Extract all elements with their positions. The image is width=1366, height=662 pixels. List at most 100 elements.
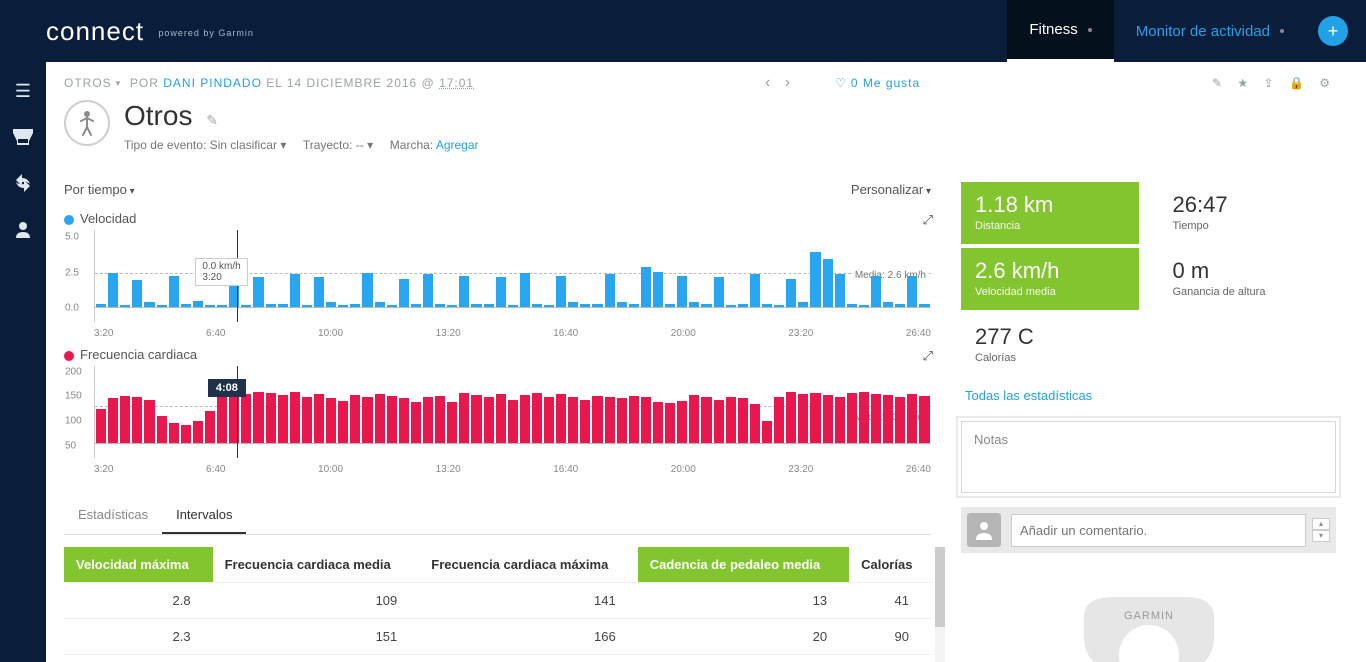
- y-tick: 150: [65, 391, 82, 402]
- chevron-down-icon[interactable]: ▾: [367, 138, 373, 152]
- x-tick: 10:00: [318, 328, 343, 339]
- gear-add-link[interactable]: Agregar: [436, 138, 479, 152]
- stat-value: 2.6 km/h: [975, 258, 1125, 284]
- y-tick: 200: [65, 366, 82, 377]
- table-row[interactable]: 2.81091411341: [64, 583, 931, 619]
- notes-field[interactable]: Notas: [961, 421, 1336, 493]
- chart-speed[interactable]: ⤢ 5.0 2.5 0.0 Media: 2.6 km/h 0.0 km/h 3…: [94, 230, 931, 322]
- stat-avgspeed: 2.6 km/h Velocidad media: [961, 248, 1139, 310]
- table-header[interactable]: Velocidad máxima: [64, 547, 213, 583]
- prev-activity-icon[interactable]: ‹: [765, 74, 771, 91]
- chart-hr-name: Frecuencia cardiaca: [80, 347, 197, 362]
- tooltip-time: 3:20: [202, 272, 240, 283]
- table-cell: 90: [849, 619, 931, 655]
- stats-grid: 1.18 km Distancia 26:47 Tiempo 2.6 km/h …: [961, 182, 1336, 380]
- lock-icon[interactable]: 🔒: [1289, 76, 1305, 90]
- hr-dot-icon: [64, 351, 74, 361]
- tab-fitness[interactable]: Fitness: [1007, 0, 1113, 62]
- x-tick: 20:00: [671, 328, 696, 339]
- gear-icon[interactable]: ⚙: [1319, 76, 1331, 90]
- stat-value: 26:47: [1173, 192, 1323, 218]
- title-block: Otros ✎ Tipo de evento: Sin clasificar ▾…: [64, 100, 1336, 152]
- svg-text:GARMIN: GARMIN: [1124, 610, 1174, 622]
- garmin-device-graphic: GARMIN: [961, 577, 1336, 662]
- speed-dot-icon: [64, 215, 74, 225]
- breadcrumb-by: POR: [130, 76, 159, 90]
- tab-stats[interactable]: Estadísticas: [64, 497, 162, 534]
- tooltip-value: 0.0 km/h: [202, 261, 240, 272]
- table-header[interactable]: Frecuencia cardiaca media: [213, 547, 420, 583]
- breadcrumb-category[interactable]: OTROS: [64, 76, 112, 90]
- detail-tabs: Estadísticas Intervalos: [64, 497, 931, 535]
- user-icon[interactable]: [0, 206, 46, 252]
- table-header-row: Velocidad máximaFrecuencia cardiaca medi…: [64, 547, 931, 583]
- x-tick: 20:00: [671, 464, 696, 475]
- chart-customize-dropdown[interactable]: Personalizar: [851, 182, 931, 197]
- tab-intervals[interactable]: Intervalos: [162, 497, 246, 534]
- gear-label: Marcha:: [390, 138, 433, 152]
- x-tick: 16:40: [553, 464, 578, 475]
- x-tick: 6:40: [206, 328, 225, 339]
- route-value[interactable]: --: [356, 138, 364, 152]
- share-icon[interactable]: ⇪: [1264, 76, 1275, 90]
- stat-label: Ganancia de altura: [1173, 286, 1323, 298]
- table-cell: 125: [213, 655, 420, 662]
- activity-type-icon: [64, 100, 110, 146]
- x-tick: 10:00: [318, 464, 343, 475]
- intervals-table-wrap: Velocidad máximaFrecuencia cardiaca medi…: [64, 547, 931, 662]
- y-tick: 100: [65, 416, 82, 427]
- add-button[interactable]: +: [1318, 16, 1348, 46]
- avatar: [967, 513, 1001, 547]
- stat-value: 1.18 km: [975, 192, 1125, 218]
- activity-title-text: Otros: [124, 100, 192, 131]
- activity-title[interactable]: Otros ✎: [124, 100, 479, 132]
- comment-spinner[interactable]: ▴▾: [1312, 518, 1330, 542]
- chart-heartrate[interactable]: ⤢ 200 150 100 50 Media: 132 ppm 4:08: [94, 366, 931, 458]
- table-scrollbar[interactable]: [935, 547, 945, 662]
- expand-icon[interactable]: ⤢: [923, 348, 933, 364]
- spin-up-icon[interactable]: ▴: [1312, 518, 1330, 530]
- next-activity-icon[interactable]: ›: [785, 74, 791, 91]
- x-axis-labels: 3:206:4010:0013:2016:4020:0023:2026:40: [94, 464, 931, 475]
- table-cell: 2.8: [64, 583, 213, 619]
- table-cell: 2.3: [64, 619, 213, 655]
- table-header[interactable]: Cadencia de pedaleo media: [638, 547, 849, 583]
- table-header[interactable]: Frecuencia cardiaca máxima: [419, 547, 637, 583]
- table-cell: 13: [638, 655, 849, 662]
- stat-label: Velocidad media: [975, 286, 1125, 298]
- spin-down-icon[interactable]: ▾: [1312, 530, 1330, 542]
- top-nav: connect powered by Garmin Fitness Monito…: [0, 0, 1366, 62]
- activity-meta: Tipo de evento: Sin clasificar ▾ Trayect…: [124, 138, 479, 152]
- table-header[interactable]: Calorías: [849, 547, 931, 583]
- table-row[interactable]: 2.31511662090: [64, 619, 931, 655]
- stat-elevation: 0 m Ganancia de altura: [1159, 248, 1337, 310]
- breadcrumb-user[interactable]: DANI PINDADO: [163, 76, 262, 90]
- event-type-label: Tipo de evento:: [124, 138, 206, 152]
- scrollbar-thumb[interactable]: [935, 547, 945, 627]
- comment-input[interactable]: [1011, 514, 1306, 547]
- chart-speed-name: Velocidad: [80, 211, 136, 226]
- chevron-down-icon[interactable]: ▾: [280, 138, 286, 152]
- like-count: 0 Me gusta: [851, 76, 920, 90]
- table-cell: 145: [419, 655, 637, 662]
- chart-speed-label: Velocidad: [64, 211, 931, 226]
- pencil-icon[interactable]: ✎: [206, 112, 218, 128]
- expand-icon[interactable]: ⤢: [923, 212, 933, 228]
- chevron-down-icon[interactable]: ▾: [116, 78, 122, 89]
- table-row[interactable]: 2.61251451361: [64, 655, 931, 662]
- star-icon[interactable]: ★: [1237, 76, 1249, 90]
- x-tick: 26:40: [906, 328, 931, 339]
- edit-icon[interactable]: ✎: [1212, 76, 1223, 90]
- menu-icon[interactable]: ☰: [0, 68, 46, 114]
- chart-timebase-dropdown[interactable]: Por tiempo: [64, 182, 135, 197]
- sync-icon[interactable]: [0, 160, 46, 206]
- inbox-icon[interactable]: [0, 114, 46, 160]
- like-button[interactable]: ♡0 Me gusta: [835, 76, 920, 90]
- logo: connect powered by Garmin: [46, 16, 254, 47]
- event-type-value[interactable]: Sin clasificar: [210, 138, 277, 152]
- logo-text: connect: [46, 16, 144, 46]
- tab-monitor[interactable]: Monitor de actividad: [1114, 0, 1306, 62]
- all-stats-link[interactable]: Todas las estadísticas: [965, 388, 1092, 403]
- tooltip-time: 4:08: [208, 379, 246, 397]
- breadcrumb-time[interactable]: 17:01: [439, 76, 474, 90]
